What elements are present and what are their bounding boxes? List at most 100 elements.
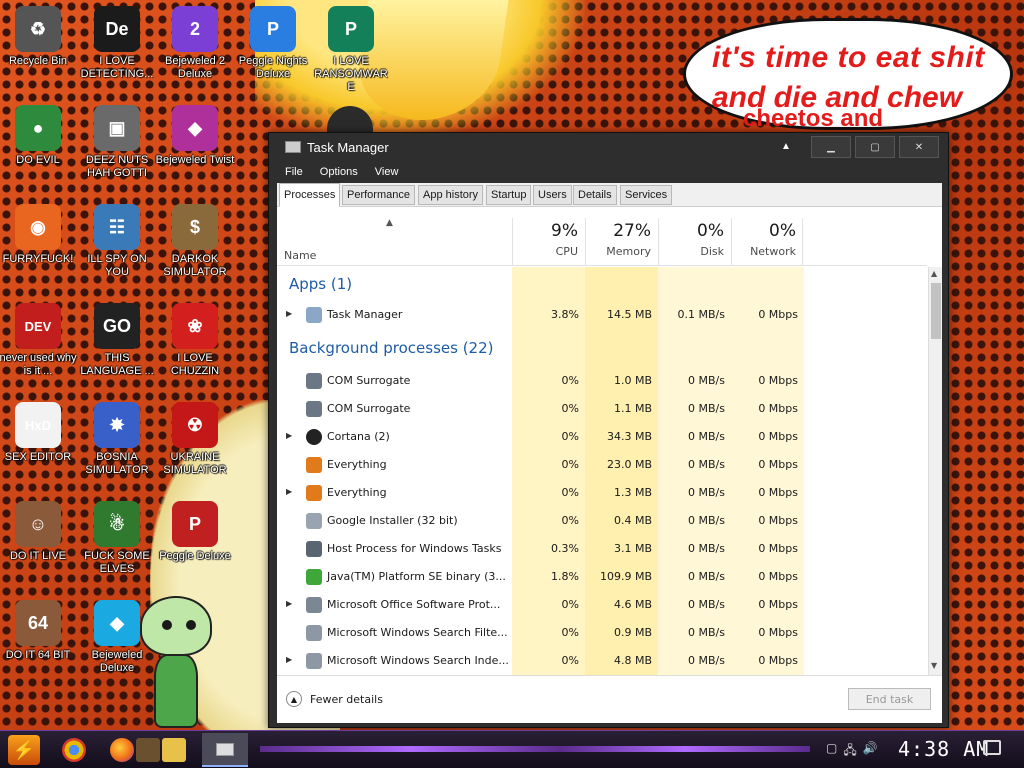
desktop-icon[interactable]: PI LOVE RANSOMWARE bbox=[311, 6, 391, 94]
taskbar-decoration bbox=[260, 746, 560, 752]
vertical-scrollbar[interactable]: ▲ ▼ bbox=[928, 267, 942, 675]
column-memory[interactable]: 27% Memory bbox=[585, 218, 657, 266]
expand-chevron-icon[interactable]: ▶ bbox=[286, 655, 292, 664]
desktop-icon[interactable]: ☃ FUCK SOME ELVES bbox=[77, 501, 157, 576]
desktop-icon[interactable]: P Peggle Nights Deluxe bbox=[233, 6, 313, 81]
desktop-icon-label: FUCK SOME ELVES bbox=[84, 550, 150, 575]
chrome-icon[interactable] bbox=[62, 738, 86, 762]
desktop-icon[interactable]: ◆ Bejeweled Deluxe bbox=[77, 600, 157, 675]
fewer-details-button[interactable]: ▲ Fewer details bbox=[286, 691, 383, 707]
desktop-icon[interactable]: ❀ I LOVE CHUZZIN bbox=[155, 303, 235, 378]
process-disk: 0 MB/s bbox=[688, 654, 725, 667]
file-explorer-icon[interactable] bbox=[162, 738, 186, 762]
scroll-thumb[interactable] bbox=[931, 283, 941, 339]
taskbar-task-manager[interactable] bbox=[202, 733, 248, 767]
desktop-icon[interactable]: ◆ Bejeweled Twist bbox=[155, 105, 235, 167]
bejeweled-gem-icon: ◆ bbox=[94, 600, 140, 646]
desktop-icon-label: DO IT 64 BIT bbox=[5, 649, 71, 661]
process-name: Task Manager bbox=[327, 308, 403, 321]
process-row[interactable]: ▶ Task Manager 3.8% 14.5 MB 0.1 MB/s 0 Mbps bbox=[277, 301, 927, 329]
desktop-icon[interactable]: 2 Bejeweled 2 Deluxe bbox=[155, 6, 235, 81]
process-row[interactable]: Host Process for Windows Tasks 0.3% 3.1 MB… bbox=[277, 535, 927, 563]
minimize-button[interactable]: ▁ bbox=[811, 136, 851, 158]
menu-view[interactable]: View bbox=[375, 163, 399, 178]
desktop-icon[interactable]: ◉ FURRYFUCK! bbox=[0, 204, 78, 266]
process-row[interactable]: COM Surrogate 0% 1.1 MB 0 MB/s 0 Mbps bbox=[277, 395, 927, 423]
desktop-icon[interactable]: ▣ DEEZ NUTS HAH GOTTI bbox=[77, 105, 157, 180]
expand-chevron-icon[interactable]: ▶ bbox=[286, 309, 292, 318]
start-button[interactable]: ⚡ bbox=[8, 735, 40, 765]
column-disk[interactable]: 0% Disk bbox=[658, 218, 730, 266]
desktop-icon[interactable]: P Peggle Deluxe bbox=[155, 501, 235, 563]
end-task-button[interactable]: End task bbox=[848, 688, 931, 710]
speech-line-1: it's time to eat shit bbox=[712, 41, 985, 74]
menu-options[interactable]: Options bbox=[320, 163, 358, 178]
speech-bubble: it's time to eat shit cheetos and and di… bbox=[683, 18, 1013, 132]
tab-services[interactable]: Services bbox=[620, 185, 673, 205]
mine-icon: ✸ bbox=[94, 402, 140, 448]
process-name: COM Surrogate bbox=[327, 402, 411, 415]
scroll-up-icon[interactable]: ▲ bbox=[931, 269, 937, 278]
column-network[interactable]: 0% Network bbox=[731, 218, 803, 266]
notification-icon[interactable] bbox=[983, 740, 1001, 755]
process-row[interactable]: ▶ Microsoft Windows Search Inde... 0% 4.8 M… bbox=[277, 647, 927, 675]
process-row[interactable]: ▶ Everything 0% 1.3 MB 0 MB/s 0 Mbps bbox=[277, 479, 927, 507]
desktop-icon[interactable]: $ DARKOK SIMULATOR bbox=[155, 204, 235, 279]
desktop-icon[interactable]: ● DO EVIL bbox=[0, 105, 78, 167]
tab-details[interactable]: Details bbox=[573, 185, 617, 205]
process-row[interactable]: Java(TM) Platform SE binary (3... 1.8% 109… bbox=[277, 563, 927, 591]
tab-startup[interactable]: Startup bbox=[486, 185, 532, 205]
clock[interactable]: 4:38 AM bbox=[898, 737, 989, 761]
process-row[interactable]: Google Installer (32 bit) 0% 0.4 MB 0 MB/s 0… bbox=[277, 507, 927, 535]
desktop-icon-label: DO EVIL bbox=[16, 154, 60, 166]
desktop-icon[interactable]: De I LOVE DETECTING... bbox=[77, 6, 157, 81]
desktop-icon[interactable]: ♻ Recycle Bin bbox=[0, 6, 78, 68]
process-network: 0 Mbps bbox=[758, 458, 798, 471]
desktop-icon[interactable]: DEV never used why is it ... bbox=[0, 303, 78, 378]
process-cpu: 0% bbox=[561, 486, 579, 499]
expand-chevron-icon[interactable]: ▶ bbox=[286, 487, 292, 496]
desktop-icon-label: Peggle Deluxe bbox=[159, 550, 231, 562]
desktop-icon[interactable]: 64 DO IT 64 BIT bbox=[0, 600, 78, 662]
show-desktop-icon[interactable]: ▢ bbox=[826, 741, 837, 762]
process-row[interactable]: Microsoft Windows Search Filte... 0% 0.9 M… bbox=[277, 619, 927, 647]
tab-processes[interactable]: Processes bbox=[279, 183, 341, 207]
process-cpu: 0% bbox=[561, 374, 579, 387]
desktop-icon[interactable]: GO THIS LANGUAGE ... bbox=[77, 303, 157, 378]
process-row[interactable]: Everything 0% 23.0 MB 0 MB/s 0 Mbps bbox=[277, 451, 927, 479]
close-button[interactable]: ✕ bbox=[899, 136, 939, 158]
column-name[interactable]: Name bbox=[284, 249, 316, 262]
chevron-up-icon[interactable]: ▲ bbox=[781, 141, 791, 152]
desktop-icon[interactable]: ☺ DO IT LIVE bbox=[0, 501, 78, 563]
expand-chevron-icon[interactable]: ▶ bbox=[286, 599, 292, 608]
scroll-down-icon[interactable]: ▼ bbox=[931, 661, 937, 670]
terminal-icon[interactable] bbox=[136, 738, 160, 762]
office-protection-icon bbox=[306, 597, 322, 613]
memory-label: Memory bbox=[606, 245, 651, 258]
process-list: Apps (1) ▶ Task Manager 3.8% 14.5 MB 0.1 MB/s… bbox=[277, 267, 927, 675]
expand-chevron-icon[interactable]: ▶ bbox=[286, 431, 292, 440]
tab-performance[interactable]: Performance bbox=[342, 185, 415, 205]
menu-file[interactable]: File bbox=[285, 163, 303, 178]
money-bag-icon: $ bbox=[172, 204, 218, 250]
volume-icon[interactable]: 🔊 bbox=[863, 741, 878, 762]
process-row[interactable]: ▶ Cortana (2) 0% 34.3 MB 0 MB/s 0 Mbps bbox=[277, 423, 927, 451]
firefox-icon[interactable] bbox=[110, 738, 134, 762]
network-icon[interactable]: 🖧 bbox=[843, 741, 856, 762]
desktop-icon[interactable]: HxD SEX EDITOR bbox=[0, 402, 78, 464]
desktop-icon[interactable]: ☢ UKRAINE SIMULATOR bbox=[155, 402, 235, 477]
tab-app-history[interactable]: App history bbox=[418, 185, 484, 205]
column-cpu[interactable]: 9% CPU bbox=[512, 218, 584, 266]
process-row[interactable]: COM Surrogate 0% 1.0 MB 0 MB/s 0 Mbps bbox=[277, 367, 927, 395]
maximize-button[interactable]: ▢ bbox=[855, 136, 895, 158]
desktop-icon[interactable]: ✸ BOSNIA SIMULATOR bbox=[77, 402, 157, 477]
process-row[interactable]: ▶ Microsoft Office Software Prot... 0% 4.6 … bbox=[277, 591, 927, 619]
tab-users[interactable]: Users bbox=[533, 185, 572, 205]
process-network: 0 Mbps bbox=[758, 308, 798, 321]
desktop-icon[interactable]: ☷ ILL SPY ON YOU bbox=[77, 204, 157, 279]
process-name: Microsoft Windows Search Inde... bbox=[327, 654, 509, 667]
title-bar[interactable]: Task Manager ▲ ▁ ▢ ✕ bbox=[269, 133, 948, 161]
bejeweled-twist-icon: ◆ bbox=[172, 105, 218, 151]
firefox-icon: ◉ bbox=[15, 204, 61, 250]
task-manager-icon bbox=[285, 141, 301, 153]
